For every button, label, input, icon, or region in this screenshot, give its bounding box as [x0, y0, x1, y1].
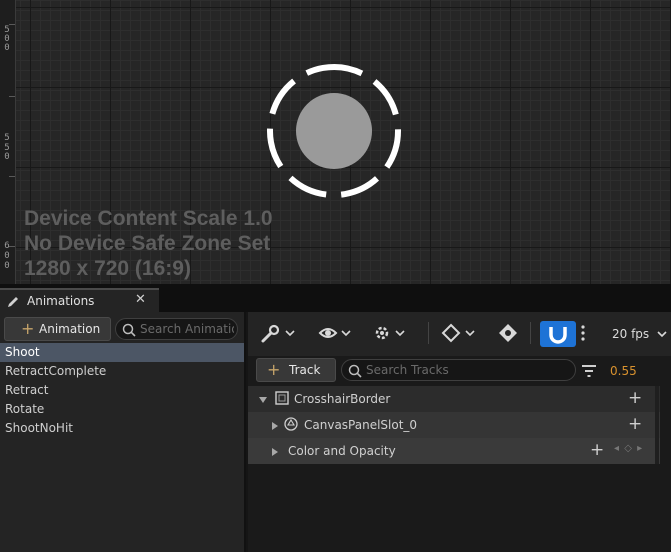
ruler-tick	[9, 96, 15, 97]
add-subtrack-button[interactable]: +	[628, 388, 642, 408]
track-search-input[interactable]	[366, 362, 566, 378]
vertical-ruler: 5 0 0 5 5 0 6 0 0	[0, 0, 16, 284]
gear-play-icon	[375, 326, 389, 340]
sequencer-toolbar: 20 fps	[248, 312, 671, 356]
ruler-tick	[9, 24, 15, 25]
track-label: CrosshairBorder	[294, 392, 391, 406]
animation-item-retract[interactable]: Retract	[0, 381, 244, 400]
animation-item-shoot[interactable]: Shoot	[0, 343, 244, 362]
animation-item-shootnohit[interactable]: ShootNoHit	[0, 419, 244, 438]
snap-options-menu[interactable]	[578, 320, 588, 346]
expand-triangle-down-icon[interactable]	[258, 394, 268, 408]
device-content-scale-text: Device Content Scale 1.0	[24, 207, 273, 230]
current-time-value[interactable]: 0.55	[610, 364, 637, 378]
track-label: CanvasPanelSlot_0	[304, 418, 418, 432]
frame-rate-dropdown[interactable]: 20 fps	[612, 327, 667, 341]
transform-icon	[284, 417, 298, 434]
key-navigation[interactable]: ◂ ◇ ▸	[614, 443, 643, 454]
plus-icon: +	[267, 360, 281, 379]
chevron-down-icon	[395, 330, 405, 337]
diamond-key-icon	[441, 323, 461, 343]
ruler-digit: 6	[4, 241, 10, 251]
search-icon	[348, 363, 362, 382]
more-vertical-icon	[581, 325, 585, 341]
add-animation-button[interactable]: + Animation	[4, 317, 111, 341]
wrench-icon	[261, 324, 280, 343]
animation-item-retractcomplete[interactable]: RetractComplete	[0, 362, 244, 381]
ruler-tick	[9, 176, 15, 177]
snap-toggle-button[interactable]	[540, 321, 576, 347]
ruler-digit: 0	[4, 261, 10, 271]
toolbar-divider	[530, 322, 531, 344]
track-search-box[interactable]	[341, 359, 576, 381]
track-row-canvaspanelslot[interactable]: CanvasPanelSlot_0 +	[248, 412, 660, 438]
animation-search-box[interactable]	[115, 318, 238, 340]
tracks-bar: + Track 0.55	[248, 356, 671, 386]
key-options-dropdown[interactable]	[440, 320, 480, 346]
chevron-down-icon	[465, 330, 475, 337]
eye-icon	[318, 328, 338, 338]
add-track-button[interactable]: + Track	[256, 358, 336, 382]
add-animation-label: Animation	[39, 322, 101, 336]
playback-options-dropdown[interactable]	[370, 320, 412, 346]
filter-icon[interactable]	[581, 363, 597, 382]
track-scrollbar[interactable]	[655, 386, 659, 464]
tools-dropdown[interactable]	[258, 320, 302, 346]
add-key-button[interactable]: +	[590, 440, 604, 460]
track-row-color-and-opacity[interactable]: Color and Opacity + ◂ ◇ ▸	[248, 438, 660, 464]
expand-triangle-right-icon[interactable]	[270, 446, 280, 460]
add-subtrack-button[interactable]: +	[628, 414, 642, 434]
tab-animations[interactable]: Animations ✕	[0, 288, 159, 312]
pencil-icon	[6, 294, 20, 313]
ruler-digit: 0	[4, 251, 10, 261]
add-track-label: Track	[289, 363, 321, 377]
close-icon[interactable]: ✕	[135, 292, 146, 307]
device-resolution-text: 1280 x 720 (16:9)	[24, 257, 191, 280]
frame-rate-value: 20 fps	[612, 327, 650, 341]
chevron-down-icon	[285, 330, 295, 337]
chevron-down-icon	[657, 327, 667, 341]
ruler-digit: 0	[4, 152, 10, 162]
crosshair-widget[interactable]	[263, 61, 405, 201]
plus-icon: +	[21, 319, 35, 338]
panel-tab-bar: Animations ✕	[0, 284, 671, 312]
auto-key-button[interactable]	[496, 320, 520, 346]
sequencer-panel: 20 fps + Track 0.55 CrosshairBorder +	[248, 312, 671, 552]
ruler-digit: 5	[4, 133, 10, 143]
animation-search-input[interactable]	[140, 321, 234, 337]
animations-panel: + Animation Shoot RetractComplete Retrac…	[0, 312, 246, 552]
view-options-dropdown[interactable]	[318, 320, 358, 346]
track-row-crosshairborder[interactable]: CrosshairBorder +	[248, 386, 660, 412]
chevron-down-icon	[341, 330, 351, 337]
ruler-digit: 0	[4, 43, 10, 53]
track-tree: CrosshairBorder + CanvasPanelSlot_0 + Co…	[248, 386, 660, 464]
search-icon	[122, 322, 136, 341]
toolbar-divider	[428, 322, 429, 344]
animation-item-rotate[interactable]: Rotate	[0, 400, 244, 419]
widget-border-icon	[275, 391, 289, 408]
designer-viewport[interactable]: 5 0 0 5 5 0 6 0 0 Device Content Scale 1…	[0, 0, 671, 284]
tab-label: Animations	[27, 294, 95, 308]
expand-triangle-right-icon[interactable]	[270, 420, 280, 434]
crosshair-dot	[296, 93, 372, 169]
animation-list: Shoot RetractComplete Retract Rotate Sho…	[0, 343, 244, 438]
track-label: Color and Opacity	[288, 444, 396, 458]
device-safe-zone-text: No Device Safe Zone Set	[24, 232, 271, 255]
magnet-icon	[549, 327, 567, 344]
